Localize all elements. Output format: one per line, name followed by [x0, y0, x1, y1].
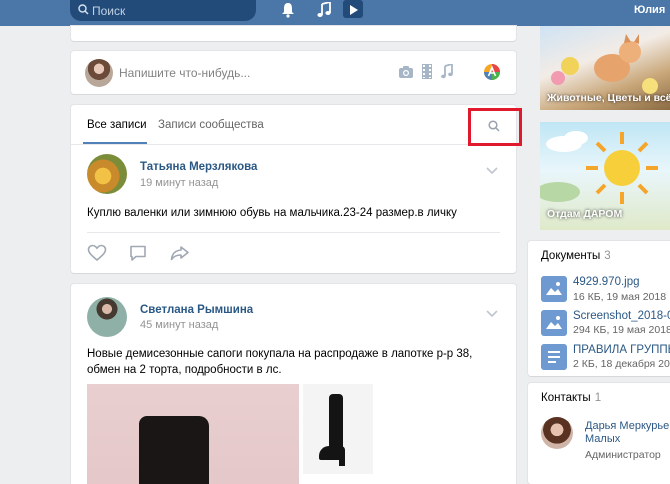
post-photo[interactable]: [303, 384, 373, 474]
album-caption: Отдам ДАРОМ: [547, 208, 623, 220]
share-icon[interactable]: [170, 245, 190, 264]
tabs-divider: [71, 144, 516, 145]
documents-block: Документы 3 4929.970.jpg 16 КБ, 19 мая 20…: [528, 241, 670, 376]
user-name[interactable]: Юлия: [634, 4, 665, 16]
search-input[interactable]: [92, 3, 242, 18]
like-icon[interactable]: [87, 244, 107, 265]
album-animals[interactable]: Животные, Цветы и всё...: [540, 26, 670, 110]
feed-search-button[interactable]: [468, 108, 522, 146]
document-name[interactable]: ПРАВИЛА ГРУППЫ: [573, 344, 670, 356]
chevron-down-icon[interactable]: [486, 307, 498, 321]
contact-role: Администратор: [585, 449, 661, 461]
composer-placeholder[interactable]: Напишите что-нибудь...: [119, 66, 250, 80]
post-divider: [87, 232, 500, 233]
post-composer[interactable]: Напишите что-нибудь...: [71, 51, 516, 94]
image-file-icon[interactable]: [541, 276, 567, 302]
post-photo[interactable]: [87, 384, 299, 484]
top-bar: Юлия: [0, 0, 670, 26]
header-search[interactable]: [70, 0, 256, 21]
play-icon: [349, 4, 358, 18]
music-icon[interactable]: [441, 62, 453, 82]
feed-card: Все записи Записи сообщества Татьяна Мер…: [71, 105, 522, 273]
post-text: Куплю валенки или зимнюю обувь на мальчи…: [87, 207, 457, 219]
document-meta: 294 КБ, 19 мая 2018: [573, 324, 670, 336]
avatar[interactable]: [87, 297, 127, 337]
previous-card-bottom: [71, 26, 516, 41]
image-file-icon[interactable]: [541, 310, 567, 336]
avatar[interactable]: [541, 417, 573, 449]
comment-icon[interactable]: [129, 245, 147, 265]
chevron-down-icon[interactable]: [486, 164, 498, 178]
bell-icon[interactable]: [281, 2, 295, 21]
music-note-icon[interactable]: [317, 0, 331, 21]
tab-all-posts[interactable]: Все записи: [87, 119, 147, 131]
contacts-block: Контакты1 Дарья Меркурьева Малых Админис…: [528, 383, 670, 484]
document-name[interactable]: 4929.970.jpg: [573, 276, 640, 288]
tab-community-posts[interactable]: Записи сообщества: [158, 119, 264, 131]
album-free-stuff[interactable]: Отдам ДАРОМ: [540, 122, 670, 230]
avatar: [85, 59, 113, 87]
post-text: Новые демисезонные сапоги покупала на ра…: [87, 348, 473, 376]
contacts-title[interactable]: Контакты 1: [541, 392, 601, 404]
search-icon: [78, 4, 89, 18]
rainbow-icon[interactable]: [483, 63, 501, 84]
documents-title[interactable]: Документы 3: [541, 250, 611, 262]
post-card: Светлана Рымшина 45 минут назад Новые де…: [71, 284, 516, 484]
post-time[interactable]: 45 минут назад: [140, 319, 218, 331]
play-button[interactable]: [343, 0, 363, 18]
post-author[interactable]: Татьяна Мерзлякова: [140, 161, 257, 173]
post-author[interactable]: Светлана Рымшина: [140, 304, 253, 316]
document-meta: 2 КБ, 18 декабря 2017: [573, 358, 670, 370]
contact-name-line2[interactable]: Малых: [585, 433, 620, 446]
text-file-icon[interactable]: [541, 344, 567, 370]
document-name[interactable]: Screenshot_2018-0...: [573, 310, 670, 322]
contact-name-line1[interactable]: Дарья Меркурьева: [585, 420, 670, 433]
camera-icon[interactable]: [399, 66, 413, 81]
avatar[interactable]: [87, 154, 127, 194]
post-time[interactable]: 19 минут назад: [140, 177, 218, 189]
video-icon[interactable]: [422, 64, 432, 82]
document-meta: 16 КБ, 19 мая 2018: [573, 291, 667, 303]
album-caption: Животные, Цветы и всё...: [547, 92, 670, 104]
search-icon: [488, 120, 500, 135]
